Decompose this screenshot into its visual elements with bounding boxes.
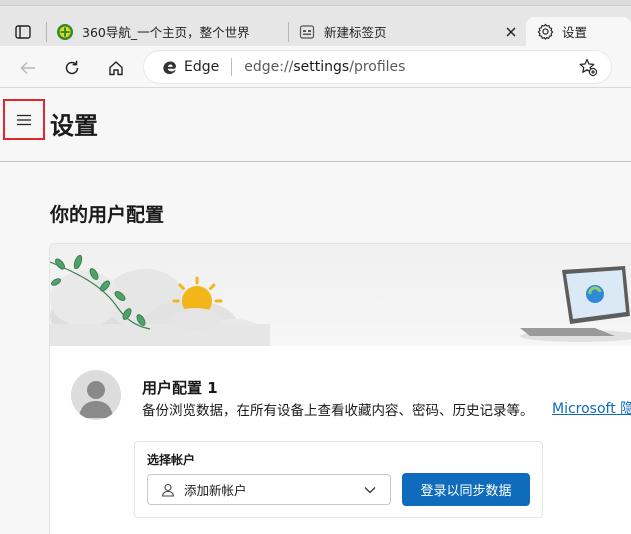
person-avatar-icon xyxy=(79,381,113,418)
header-divider xyxy=(0,161,631,162)
back-arrow-icon xyxy=(20,61,35,75)
site-name: Edge xyxy=(184,59,220,75)
add-favorite-button[interactable] xyxy=(577,56,599,78)
profile-name: 用户配置 1 xyxy=(142,379,218,397)
new-tab-page-icon xyxy=(298,23,316,41)
add-favorite-icon xyxy=(579,58,598,77)
tab-label: 新建标签页 xyxy=(324,25,387,40)
page-title: 设置 xyxy=(50,112,98,140)
tab-settings[interactable]: 设置 xyxy=(526,17,631,46)
url-host: settings xyxy=(293,59,350,75)
tab-360-nav[interactable]: 360导航_一个主页，整个世界 xyxy=(56,17,286,46)
tab-label: 360导航_一个主页，整个世界 xyxy=(82,25,250,40)
sign-in-sync-button[interactable]: 登录以同步数据 xyxy=(402,473,530,506)
profile-banner-illustration xyxy=(50,244,631,352)
previous-window-sliver xyxy=(0,0,631,6)
back-button[interactable] xyxy=(14,54,42,82)
profile-description: 备份浏览数据，在所有设备上查看收藏内容、密码、历史记录等。 xyxy=(142,403,534,419)
url-prefix: edge:// xyxy=(244,59,294,75)
tab-strip: 360导航_一个主页，整个世界 新建标签页 设置 xyxy=(0,0,631,46)
hamburger-menu-icon xyxy=(17,114,31,125)
tab-separator xyxy=(46,22,47,42)
url-path: /profiles xyxy=(349,59,406,75)
account-label: 选择帐户 xyxy=(147,453,196,467)
refresh-button[interactable] xyxy=(58,54,86,82)
refresh-icon xyxy=(65,60,79,75)
profile-card: 用户配置 1 备份浏览数据，在所有设备上查看收藏内容、密码、历史记录等。 Mic… xyxy=(50,244,631,534)
account-dropdown-value: 添加新帐户 xyxy=(184,483,247,498)
home-button[interactable] xyxy=(102,54,130,82)
address-bar[interactable]: Edge edge://settings/profiles xyxy=(144,51,611,83)
laptop-illustration xyxy=(520,266,631,342)
section-title: 你的用户配置 xyxy=(50,204,165,226)
tab-label: 设置 xyxy=(562,25,588,40)
tab-new-tab[interactable]: 新建标签页 xyxy=(298,17,523,46)
cloud-illustration xyxy=(50,269,270,352)
account-dropdown[interactable]: 添加新帐户 xyxy=(147,474,391,505)
account-selector-panel: 选择帐户 添加新帐户 登录以同步数据 xyxy=(134,441,543,518)
address-toolbar: Edge edge://settings/profiles xyxy=(0,46,631,88)
tab-separator xyxy=(288,22,289,42)
tab-actions-icon xyxy=(15,25,31,39)
person-icon xyxy=(160,482,176,498)
url-text[interactable]: edge://settings/profiles xyxy=(244,59,577,75)
profile-avatar[interactable] xyxy=(71,370,121,420)
edge-logo-icon xyxy=(160,58,178,76)
home-icon xyxy=(109,61,123,76)
tab-actions-button[interactable] xyxy=(8,18,38,46)
omnibox-divider xyxy=(231,58,233,76)
close-tab-button[interactable] xyxy=(503,24,519,40)
360-nav-icon xyxy=(56,23,74,41)
close-icon xyxy=(506,27,516,36)
gear-icon xyxy=(536,23,554,41)
microsoft-privacy-link[interactable]: Microsoft 隐 xyxy=(552,398,631,418)
settings-menu-button[interactable] xyxy=(3,99,45,140)
chevron-down-icon xyxy=(362,482,378,498)
